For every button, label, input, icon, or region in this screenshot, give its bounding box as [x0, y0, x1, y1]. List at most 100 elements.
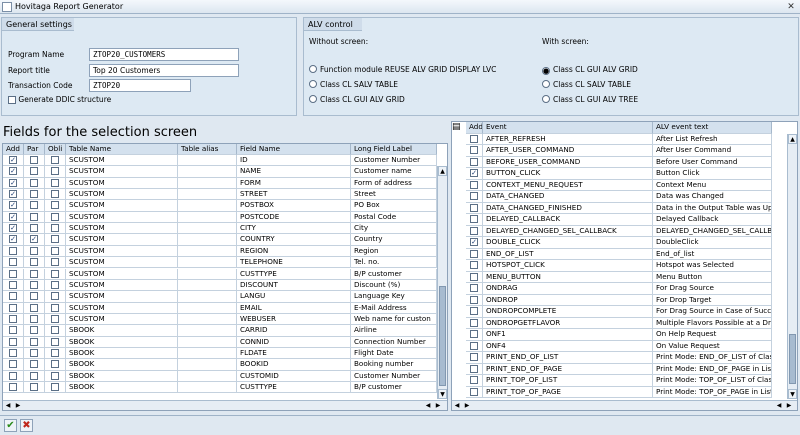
- checkbox-cell[interactable]: [466, 294, 483, 306]
- events-column-header[interactable]: Add: [466, 122, 483, 134]
- checkbox-cell[interactable]: [45, 347, 66, 360]
- checkbox-cell[interactable]: [466, 248, 483, 260]
- checkbox-cell[interactable]: [466, 225, 483, 237]
- events-table-row[interactable]: HOTSPOT_CLICK Hotspot was Selected: [466, 260, 797, 272]
- fields-row-checkbox[interactable]: [9, 314, 17, 323]
- scroll-up-icon[interactable]: ▲: [438, 166, 447, 176]
- radio-button[interactable]: [542, 95, 550, 103]
- fields-table-row[interactable]: ✓ SCUSTOM POSTCODE Postal Code: [3, 211, 437, 224]
- checkbox-cell[interactable]: ✓: [24, 234, 45, 246]
- scroll-right-icon[interactable]: ▶: [462, 401, 472, 410]
- checkbox-cell[interactable]: [24, 325, 45, 337]
- events-column-header[interactable]: ALV event text: [653, 122, 772, 134]
- events-table-row[interactable]: DATA_CHANGED_FINISHED Data in the Output …: [466, 202, 797, 214]
- events-row-checkbox[interactable]: [470, 192, 478, 200]
- checkbox-cell[interactable]: [45, 189, 66, 201]
- fields-row-checkbox[interactable]: [9, 269, 17, 278]
- fields-table-row[interactable]: ✓ SCUSTOM FORM Form of address: [3, 177, 437, 190]
- events-row-checkbox[interactable]: ✓: [470, 238, 478, 246]
- fields-row-checkbox[interactable]: [30, 201, 38, 210]
- report-title-input[interactable]: Top 20 Customers: [89, 64, 239, 77]
- fields-row-checkbox[interactable]: [30, 360, 38, 369]
- events-table-row[interactable]: AFTER_REFRESH After List Refresh: [466, 133, 797, 145]
- checkbox-cell[interactable]: ✓: [3, 200, 24, 212]
- events-table-row[interactable]: ✓ DOUBLE_CLICK DoubleClick: [466, 237, 797, 249]
- fields-row-checkbox[interactable]: [30, 246, 38, 255]
- checkbox-cell[interactable]: [466, 271, 483, 283]
- checkbox-cell[interactable]: [24, 189, 45, 201]
- fields-row-checkbox[interactable]: [51, 314, 59, 323]
- checkbox-cell[interactable]: [466, 283, 483, 295]
- fields-row-checkbox[interactable]: [30, 383, 38, 391]
- events-table-row[interactable]: PRINT_TOP_OF_LIST Print Mode: TOP_OF_LIST…: [466, 375, 797, 387]
- events-table-row[interactable]: END_OF_LIST End_of_list: [466, 248, 797, 260]
- events-table-row[interactable]: DATA_CHANGED Data was Changed: [466, 191, 797, 203]
- fields-row-checkbox[interactable]: [30, 167, 38, 176]
- fields-row-checkbox[interactable]: [51, 383, 59, 391]
- checkbox-cell[interactable]: [45, 313, 66, 326]
- fields-table-row[interactable]: ✓ SCUSTOM CITY City: [3, 223, 437, 235]
- fields-row-checkbox[interactable]: [51, 212, 59, 221]
- fields-row-checkbox[interactable]: [30, 292, 38, 301]
- fields-row-checkbox[interactable]: [30, 303, 38, 312]
- checkbox-cell[interactable]: [466, 145, 483, 157]
- events-row-checkbox[interactable]: ✓: [470, 169, 478, 177]
- fields-column-header[interactable]: Obli: [45, 144, 66, 156]
- scroll-right-icon[interactable]: ▶: [784, 401, 794, 410]
- checkbox-cell[interactable]: [24, 336, 45, 348]
- checkbox-cell[interactable]: [45, 211, 66, 224]
- fields-table-row[interactable]: SCUSTOM REGION Region: [3, 245, 437, 258]
- checkbox-cell[interactable]: [466, 202, 483, 214]
- fields-row-checkbox[interactable]: [51, 235, 59, 244]
- checkbox-cell[interactable]: ✓: [3, 177, 24, 190]
- fields-row-checkbox[interactable]: [30, 224, 38, 233]
- events-table-row[interactable]: ONDROP For Drop Target: [466, 294, 797, 306]
- checkbox-cell[interactable]: [3, 245, 24, 258]
- generate-ddic-checkbox[interactable]: [8, 96, 16, 104]
- checkbox-cell[interactable]: ✓: [3, 166, 24, 178]
- fields-row-checkbox[interactable]: [9, 348, 17, 357]
- checkbox-cell[interactable]: ✓: [466, 237, 483, 249]
- events-horizontal-scrollbar[interactable]: ◀ ▶ ◀ ▶: [452, 400, 797, 410]
- fields-row-checkbox[interactable]: [30, 156, 38, 164]
- fields-row-checkbox[interactable]: [30, 190, 38, 199]
- fields-row-checkbox[interactable]: [30, 348, 38, 357]
- close-icon[interactable]: ✕: [784, 1, 798, 13]
- scroll-right-icon[interactable]: ▶: [13, 401, 23, 410]
- fields-row-checkbox[interactable]: [51, 178, 59, 187]
- events-row-checkbox[interactable]: [470, 134, 478, 143]
- radio-with-gui-tree[interactable]: Class CL GUI ALV TREE: [542, 94, 638, 105]
- checkbox-cell[interactable]: [3, 347, 24, 360]
- fields-row-checkbox[interactable]: [51, 269, 59, 278]
- fields-row-checkbox[interactable]: ✓: [9, 201, 17, 210]
- scroll-left-icon[interactable]: ◀: [423, 401, 433, 410]
- checkbox-cell[interactable]: [24, 313, 45, 326]
- checkbox-cell[interactable]: [24, 279, 45, 292]
- checkbox-cell[interactable]: [3, 313, 24, 326]
- checkbox-cell[interactable]: [3, 257, 24, 269]
- checkbox-cell[interactable]: ✓: [3, 211, 24, 224]
- radio-without-salv[interactable]: Class CL SALV TABLE: [309, 79, 398, 90]
- checkbox-cell[interactable]: [24, 155, 45, 167]
- events-table-row[interactable]: ONDROPGETFLAVOR Multiple Flavors Possible…: [466, 317, 797, 329]
- checkbox-cell[interactable]: [466, 191, 483, 203]
- fields-row-checkbox[interactable]: [9, 326, 17, 335]
- checkbox-cell[interactable]: [24, 347, 45, 360]
- checkbox-cell[interactable]: [24, 382, 45, 394]
- fields-row-checkbox[interactable]: [9, 337, 17, 346]
- radio-button[interactable]: [309, 95, 317, 103]
- fields-row-checkbox[interactable]: [30, 212, 38, 221]
- transaction-code-input[interactable]: ZTOP20: [89, 79, 191, 92]
- scroll-left-icon[interactable]: ◀: [452, 401, 462, 410]
- scroll-thumb[interactable]: [789, 334, 796, 384]
- events-table-row[interactable]: ONDRAG For Drag Source: [466, 283, 797, 295]
- checkbox-cell[interactable]: [24, 200, 45, 212]
- checkbox-cell[interactable]: [45, 279, 66, 292]
- events-table-row[interactable]: AFTER_USER_COMMAND After User Command: [466, 145, 797, 157]
- radio-button[interactable]: [542, 80, 550, 88]
- events-table-row[interactable]: BEFORE_USER_COMMAND Before User Command: [466, 156, 797, 168]
- events-row-checkbox[interactable]: [470, 387, 478, 396]
- checkbox-cell[interactable]: [3, 325, 24, 337]
- fields-table-row[interactable]: ✓ SCUSTOM STREET Street: [3, 189, 437, 201]
- fields-row-checkbox[interactable]: [9, 383, 17, 391]
